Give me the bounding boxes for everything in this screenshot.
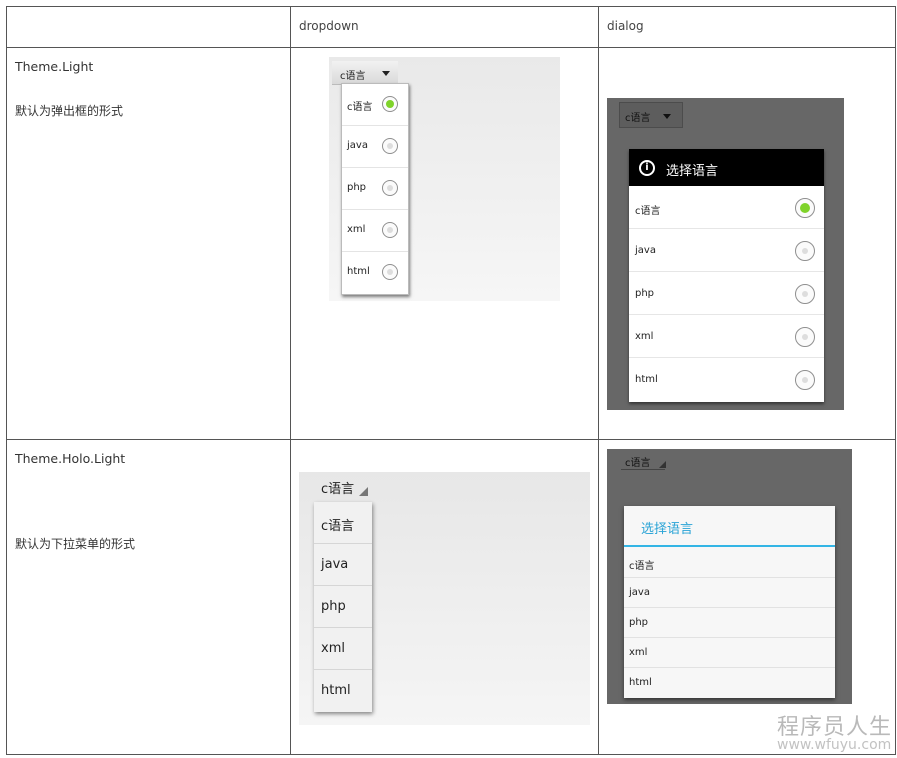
header-cell-dropdown: dropdown (290, 6, 599, 48)
spinner-value[interactable]: c语言 (625, 454, 651, 469)
theme-description: 默认为弹出框的形式 (15, 104, 124, 118)
list-item[interactable]: c语言 (624, 547, 835, 578)
dropdown-cell: c语言 c语言 java php xml html (290, 47, 599, 440)
spinner-underline (621, 469, 665, 470)
radio-icon[interactable] (795, 370, 815, 390)
dropdown-popup: c语言 java php xml html (341, 83, 409, 295)
spinner-value[interactable]: c语言 (321, 478, 354, 497)
dropdown-arrow-icon (663, 114, 671, 119)
list-item[interactable]: php (342, 168, 408, 210)
list-item[interactable]: php (314, 586, 372, 628)
choice-dialog: i 选择语言 c语言 java php xml html (629, 149, 824, 402)
theme-description: 默认为下拉菜单的形式 (15, 537, 136, 551)
dropdown-arrow-icon (382, 71, 390, 76)
theme-name: Theme.Light (15, 59, 94, 74)
list-item[interactable]: php (624, 607, 835, 638)
list-item[interactable]: java (629, 229, 824, 272)
radio-icon[interactable] (795, 241, 815, 261)
dropdown-popup: c语言 java php xml html (314, 502, 372, 712)
radio-icon[interactable] (382, 138, 398, 154)
theme-cell: Theme.Light 默认为弹出框的形式 (6, 47, 291, 440)
radio-checked-icon[interactable] (382, 96, 398, 112)
watermark-url: www.wfuyu.com (777, 737, 892, 753)
list-item[interactable]: php (629, 272, 824, 315)
radio-icon[interactable] (795, 284, 815, 304)
list-item[interactable]: java (342, 126, 408, 168)
list-item[interactable]: c语言 (342, 84, 408, 126)
theme-cell: Theme.Holo.Light 默认为下拉菜单的形式 (6, 439, 291, 755)
list-item[interactable]: html (629, 358, 824, 400)
list-item[interactable]: java (314, 544, 372, 586)
info-icon: i (639, 160, 655, 176)
spinner-value: c语言 (625, 113, 651, 124)
choice-dialog: 选择语言 c语言 java php xml html (624, 506, 835, 698)
list-item[interactable]: xml (629, 315, 824, 358)
list-item[interactable]: xml (624, 637, 835, 668)
holo-dialog-screenshot: c语言 选择语言 c语言 java php xml html (607, 449, 852, 704)
spinner[interactable]: c语言 (619, 102, 683, 128)
row-theme-holo-light: Theme.Holo.Light 默认为下拉菜单的形式 c语言 c语言 java… (6, 439, 896, 755)
header-cell-empty (6, 6, 291, 48)
spinner-corner-icon (359, 487, 368, 496)
spinner-value: c语言 (340, 71, 366, 82)
list-item[interactable]: java (624, 577, 835, 608)
spinner[interactable]: c语言 (332, 61, 398, 85)
light-dialog-screenshot: c语言 i 选择语言 c语言 java php xml html (607, 98, 844, 410)
dialog-cell: c语言 i 选择语言 c语言 java php xml html (598, 47, 896, 440)
spinner-corner-icon (659, 461, 666, 468)
comparison-table: dropdown dialog Theme.Light 默认为弹出框的形式 c语… (6, 6, 896, 755)
list-item[interactable]: html (342, 252, 408, 293)
list-item[interactable]: xml (342, 210, 408, 252)
header-dialog-label: dialog (607, 19, 644, 33)
row-theme-light: Theme.Light 默认为弹出框的形式 c语言 c语言 java php x… (6, 47, 896, 440)
list-item[interactable]: c语言 (314, 502, 372, 544)
radio-icon[interactable] (382, 180, 398, 196)
header-row: dropdown dialog (6, 6, 896, 48)
radio-icon[interactable] (382, 222, 398, 238)
radio-checked-icon[interactable] (795, 198, 815, 218)
header-dropdown-label: dropdown (299, 19, 359, 33)
dropdown-cell: c语言 c语言 java php xml html (290, 439, 599, 755)
list-item[interactable]: html (624, 667, 835, 697)
dialog-title: 选择语言 (666, 164, 719, 179)
dialog-cell: c语言 选择语言 c语言 java php xml html (598, 439, 896, 755)
theme-name: Theme.Holo.Light (15, 451, 126, 466)
dialog-title-bar: i 选择语言 (629, 149, 824, 186)
list-item[interactable]: xml (314, 628, 372, 670)
dialog-title: 选择语言 (641, 522, 694, 537)
list-item[interactable]: c语言 (629, 186, 824, 229)
header-cell-dialog: dialog (598, 6, 896, 48)
light-dropdown-screenshot: c语言 c语言 java php xml html (329, 57, 560, 301)
holo-dropdown-screenshot: c语言 c语言 java php xml html (299, 472, 590, 725)
radio-icon[interactable] (795, 327, 815, 347)
radio-icon[interactable] (382, 264, 398, 280)
list-item[interactable]: html (314, 670, 372, 711)
